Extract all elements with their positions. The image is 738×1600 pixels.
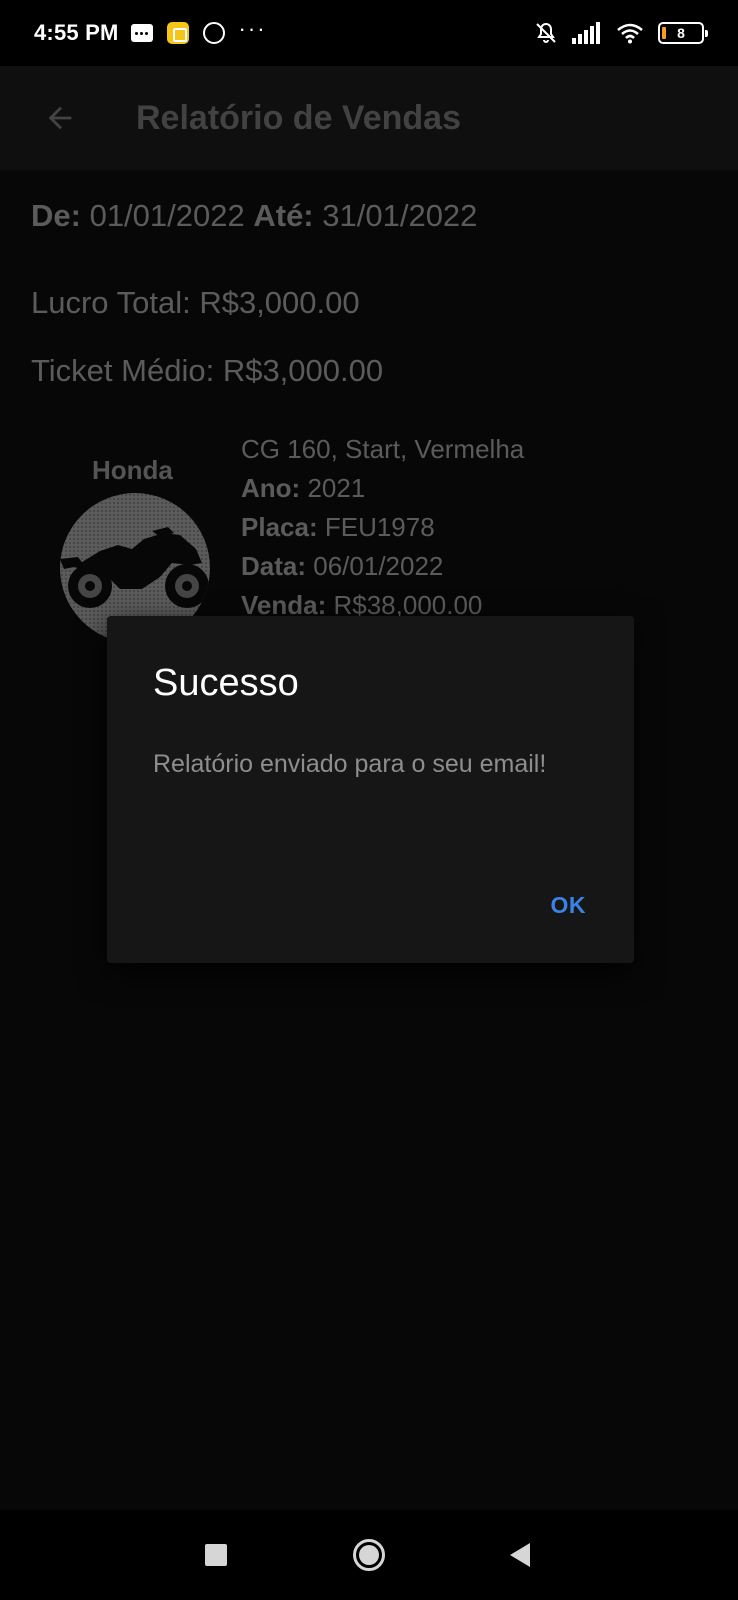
back-icon	[510, 1543, 530, 1567]
app-notification-icon	[166, 22, 189, 44]
dialog-message: Relatório enviado para o seu email!	[153, 750, 547, 778]
signal-icon	[572, 22, 600, 44]
sms-icon	[130, 24, 153, 42]
success-dialog: Sucesso Relatório enviado para o seu ema…	[107, 616, 634, 963]
navigation-bar	[0, 1510, 738, 1600]
status-time: 4:55 PM	[34, 20, 119, 45]
notification-icons: ···	[130, 18, 267, 44]
status-bar: 4:55 PM ··· 8	[0, 0, 738, 66]
recents-icon	[205, 1544, 227, 1566]
recents-button[interactable]	[196, 1510, 236, 1600]
battery-icon: 8	[658, 22, 708, 44]
nav-back-button[interactable]	[500, 1510, 540, 1600]
wifi-icon	[617, 23, 643, 44]
dialog-title: Sucesso	[153, 662, 299, 704]
whatsapp-icon	[202, 22, 225, 44]
home-button[interactable]	[349, 1510, 389, 1600]
ok-button[interactable]: OK	[551, 892, 587, 919]
system-icons: 8	[534, 21, 708, 45]
more-notifications-icon: ···	[238, 16, 267, 41]
home-icon	[353, 1539, 385, 1571]
bell-off-icon	[536, 22, 556, 43]
